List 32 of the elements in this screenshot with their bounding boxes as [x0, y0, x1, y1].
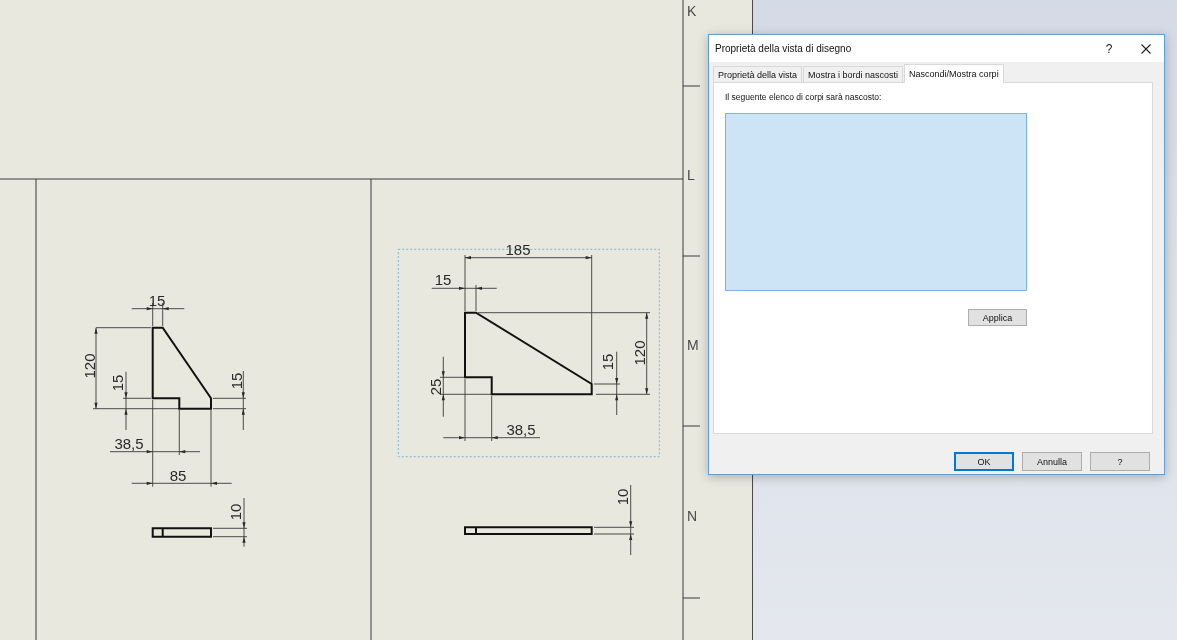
help-button[interactable]: ? [1094, 36, 1124, 61]
zone-label: K [687, 3, 697, 19]
dimension-value: 85 [169, 467, 187, 484]
part-profile[interactable] [151, 326, 212, 410]
close-icon [1141, 43, 1151, 54]
part-top-view [151, 527, 212, 538]
zone-label: M [687, 337, 699, 353]
dimension-value: 120 [631, 340, 648, 366]
dialog-button[interactable]: ? [1090, 452, 1150, 471]
apply-button[interactable]: Applica [968, 309, 1027, 326]
dimension-value: 10 [614, 488, 631, 506]
dialog-button[interactable]: OK [954, 452, 1014, 471]
dialog-tab[interactable]: Proprietà della vista [713, 66, 803, 82]
zone-label: N [687, 508, 698, 524]
dimension-value: 10 [227, 503, 244, 521]
dimension-value: 15 [434, 271, 452, 288]
zone-label: L [687, 167, 695, 183]
dimension-value: 38,5 [506, 421, 536, 438]
dimension-value: 120 [81, 353, 98, 379]
dimension-value: 15 [109, 374, 126, 392]
dialog-title: Proprietà della vista di disegno [715, 43, 853, 54]
dialog-button[interactable]: Annulla [1022, 452, 1082, 471]
part-profile[interactable] [464, 311, 593, 396]
dimension-value: 15 [599, 353, 616, 371]
dimension-value: 25 [427, 378, 444, 396]
dimension-value: 38,5 [114, 435, 144, 452]
list-label: Il seguente elenco di corpi sarà nascosto: [725, 92, 883, 102]
dimension-value: 185 [505, 241, 531, 258]
dimension-value: 15 [228, 372, 245, 390]
dimension-value: 15 [148, 292, 166, 309]
dialog-tab[interactable]: Nascondi/Mostra corpi [904, 64, 1004, 83]
dialog-tab[interactable]: Mostra i bordi nascosti [803, 66, 904, 82]
